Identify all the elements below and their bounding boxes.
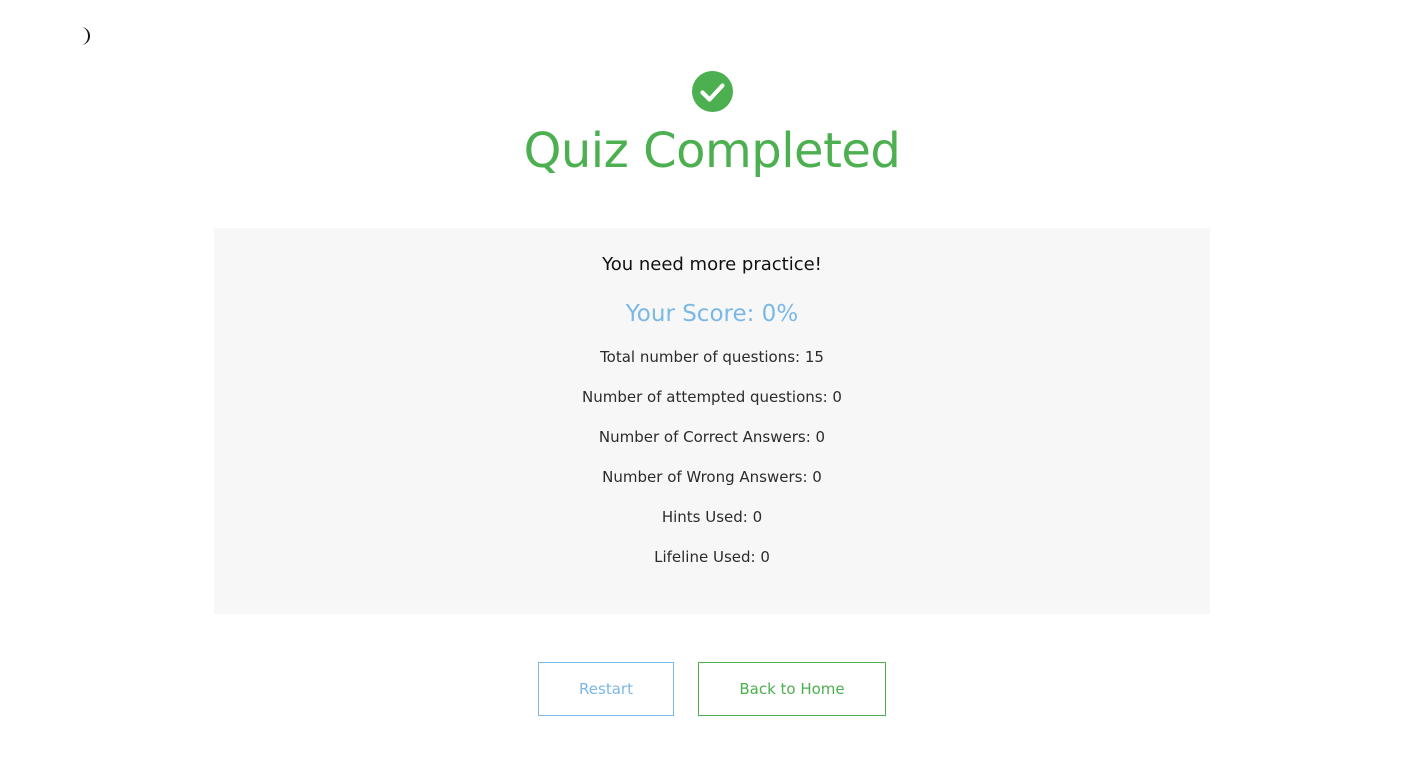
page-title: Quiz Completed	[523, 123, 901, 179]
stat-lifeline-used: Lifeline Used: 0	[654, 548, 770, 566]
moon-icon	[81, 27, 90, 45]
summary-header: Quiz Completed	[0, 71, 1424, 180]
restart-button[interactable]: Restart	[538, 662, 674, 716]
stats-panel: You need more practice! Your Score: 0% T…	[214, 228, 1210, 614]
score-text: Your Score: 0%	[625, 301, 799, 327]
stat-wrong-answers: Number of Wrong Answers: 0	[602, 468, 822, 486]
action-buttons: Restart Back to Home	[0, 662, 1424, 716]
theme-toggle[interactable]	[74, 25, 94, 47]
quiz-summary-page: Quiz Completed You need more practice! Y…	[0, 0, 1424, 766]
stat-list: Total number of questions: 15 Number of …	[214, 347, 1210, 567]
stat-correct-answers: Number of Correct Answers: 0	[598, 428, 826, 446]
stat-total-questions: Total number of questions: 15	[600, 348, 824, 366]
check-circle-icon	[691, 71, 733, 112]
result-remark: You need more practice!	[602, 254, 822, 275]
back-to-home-button[interactable]: Back to Home	[698, 662, 886, 716]
stat-hints-used: Hints Used: 0	[661, 508, 763, 526]
stat-attempted-questions: Number of attempted questions: 0	[582, 388, 842, 406]
